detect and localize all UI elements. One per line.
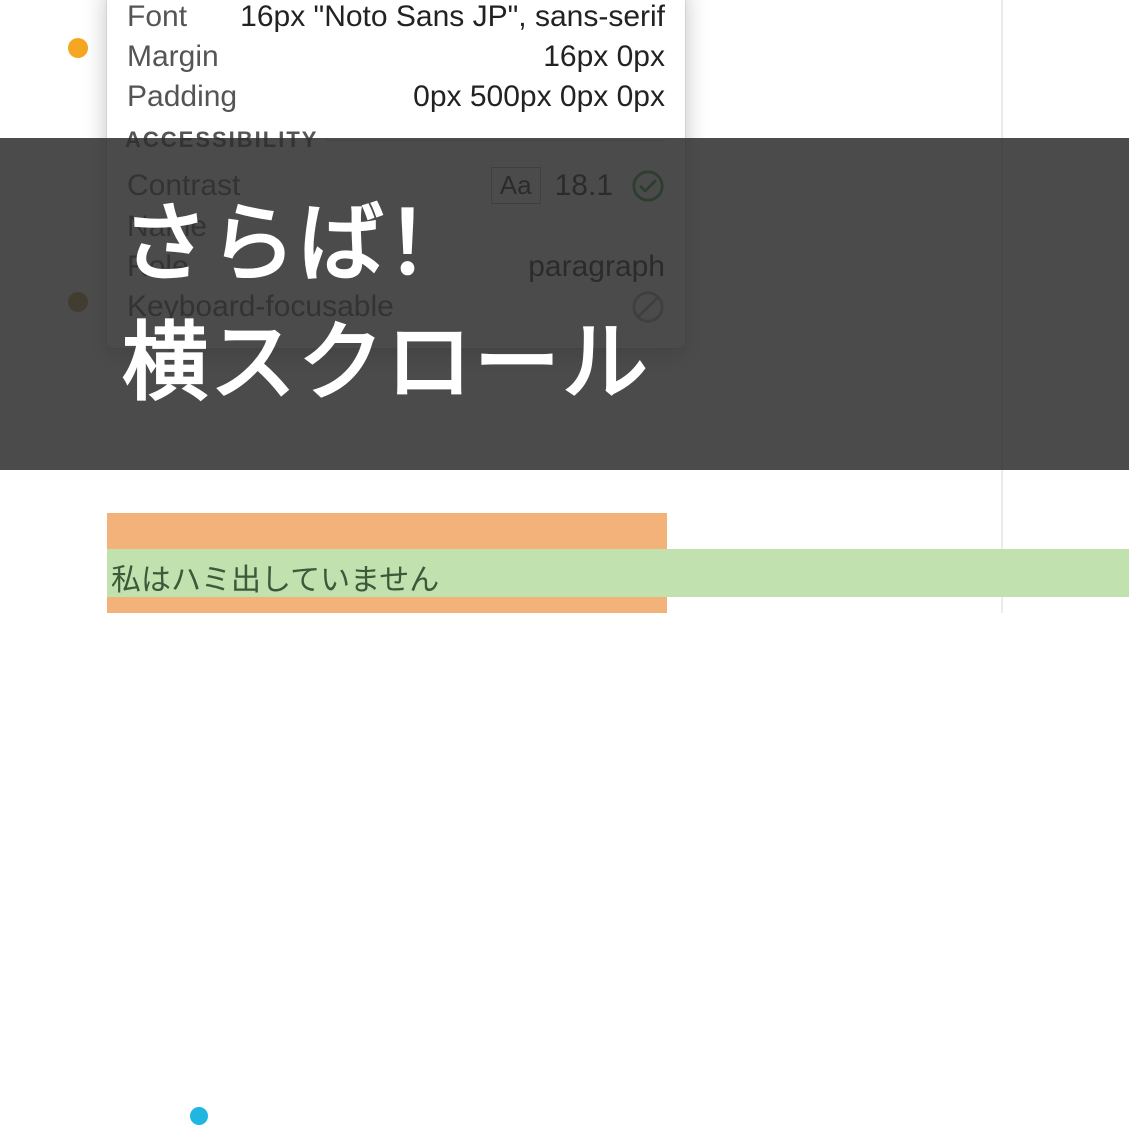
- style-font-row: Font 16px "Noto Sans JP", sans-serif: [127, 0, 665, 34]
- font-value: 16px "Noto Sans JP", sans-serif: [240, 0, 665, 34]
- font-label: Font: [127, 0, 187, 34]
- padding-label: Padding: [127, 80, 237, 114]
- margin-highlight: [107, 513, 667, 549]
- margin-label: Margin: [127, 40, 219, 74]
- margin-value: 16px 0px: [543, 40, 665, 74]
- banner-line-1: さらば！: [122, 185, 1129, 304]
- bullet-icon: [190, 1107, 208, 1125]
- page-background: Font 16px "Noto Sans JP", sans-serif Mar…: [0, 0, 1129, 613]
- title-banner: さらば！ 横スクロール: [0, 138, 1129, 470]
- bullet-icon: [68, 38, 88, 58]
- inspected-paragraph[interactable]: 私はハミ出していません: [107, 549, 1129, 597]
- padding-value: 0px 500px 0px 0px: [413, 80, 665, 114]
- banner-line-2: 横スクロール: [122, 304, 1129, 423]
- style-padding-row: Padding 0px 500px 0px 0px: [127, 80, 665, 114]
- style-margin-row: Margin 16px 0px: [127, 40, 665, 74]
- margin-highlight: [107, 597, 667, 613]
- paragraph-text: 私はハミ出していません: [107, 549, 1129, 599]
